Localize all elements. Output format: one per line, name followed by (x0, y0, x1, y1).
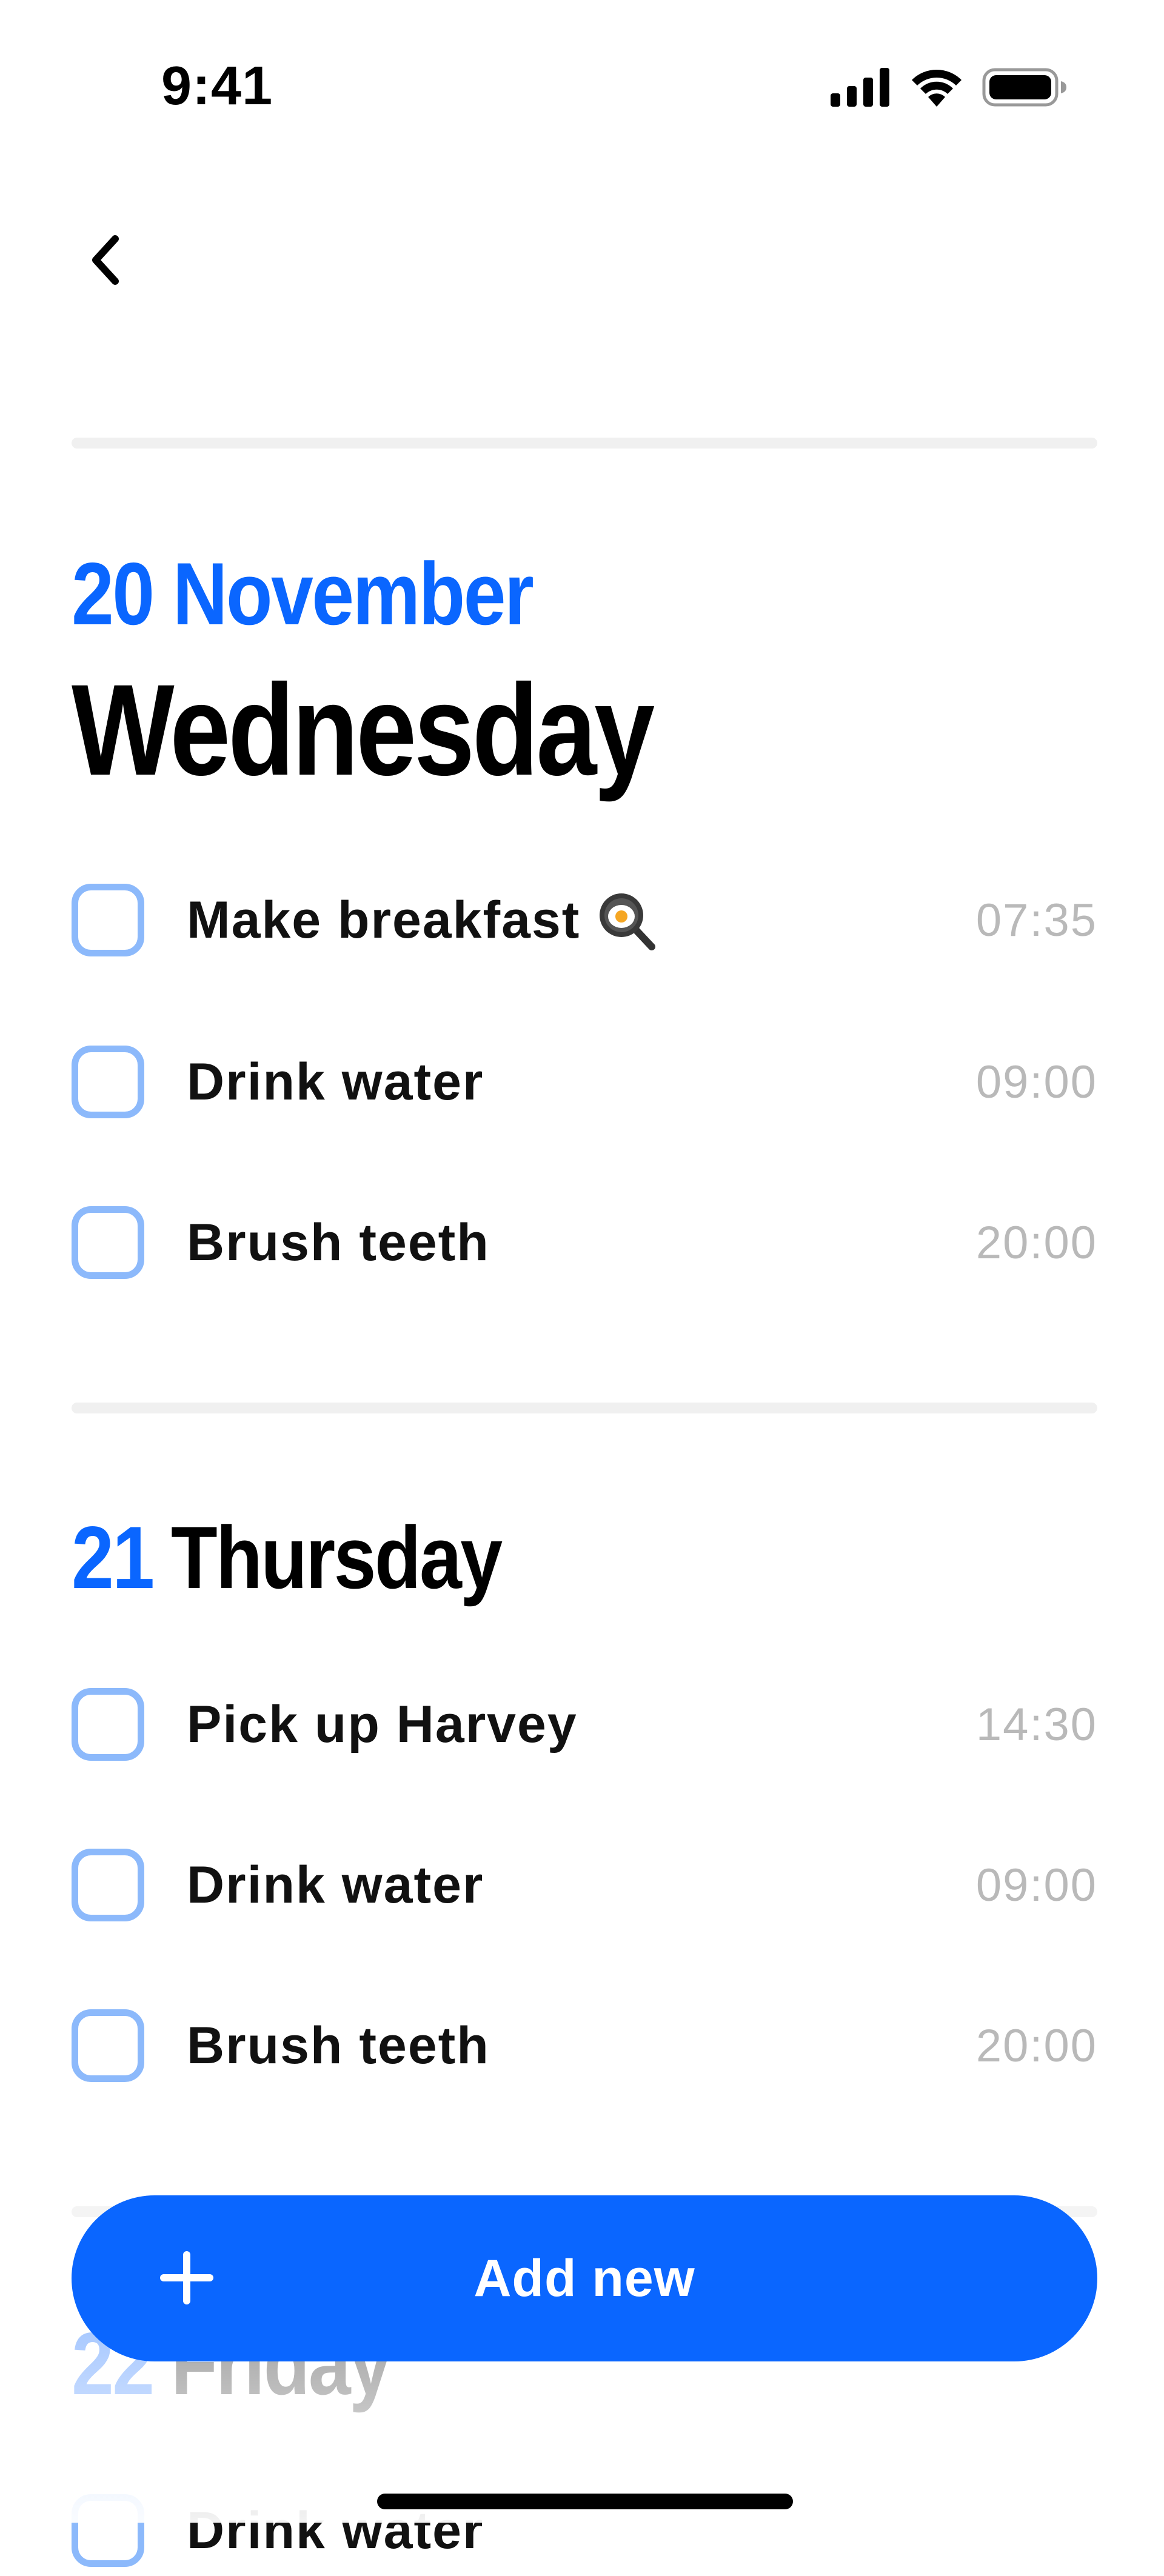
task-row: Brush teeth 20:00 (72, 1197, 1097, 1288)
cellular-signal-icon (831, 68, 889, 107)
day-title: Thursday (171, 1508, 503, 1607)
chevron-left-icon (92, 235, 119, 285)
task-label: Make breakfast (187, 890, 657, 950)
task-label: Drink water (187, 1052, 484, 1111)
status-time: 9:41 (161, 56, 273, 116)
task-label: Drink water (187, 1855, 484, 1914)
plus-icon (160, 2251, 213, 2304)
task-row: Brush teeth 20:00 (72, 2000, 1097, 2091)
add-new-label: Add new (473, 2249, 695, 2307)
task-row: Drink water 09:00 (72, 1036, 1097, 1127)
status-bar: 9:41 (0, 0, 1164, 170)
task-time: 09:00 (975, 1056, 1097, 1108)
task-time: 14:30 (975, 1698, 1097, 1750)
task-time: 20:00 (975, 1216, 1097, 1269)
day-title: Wednesday (72, 658, 655, 802)
back-button[interactable] (72, 221, 138, 299)
task-label: Pick up Harvey (187, 1695, 578, 1753)
task-checkbox[interactable] (72, 2009, 144, 2082)
task-row: Drink water 09:00 (72, 1840, 1097, 1930)
task-time: 07:35 (975, 894, 1097, 946)
task-label: Brush teeth (187, 1213, 490, 1272)
task-label: Brush teeth (187, 2016, 490, 2075)
task-checkbox[interactable] (72, 884, 144, 956)
section-divider (72, 1403, 1097, 1413)
task-row: Pick up Harvey 14:30 (72, 1679, 1097, 1770)
day-date: 20 November (72, 544, 534, 643)
status-icons (831, 63, 1067, 112)
task-time: 20:00 (975, 2020, 1097, 2072)
add-new-button[interactable]: Add new (72, 2195, 1097, 2361)
home-indicator[interactable] (377, 2494, 793, 2509)
frying-pan-egg-icon (600, 893, 656, 950)
section-divider (72, 438, 1097, 449)
task-time: 09:00 (975, 1859, 1097, 1911)
task-checkbox[interactable] (72, 1849, 144, 1921)
task-checkbox[interactable] (72, 2494, 144, 2567)
task-checkbox[interactable] (72, 1046, 144, 1118)
wifi-icon (912, 70, 962, 107)
task-checkbox[interactable] (72, 1206, 144, 1279)
task-row: Make breakfast 07:35 (72, 875, 1097, 966)
task-checkbox[interactable] (72, 1688, 144, 1761)
day-date: 21 (72, 1508, 155, 1607)
task-label-text: Make breakfast (187, 890, 581, 949)
battery-icon (982, 68, 1066, 107)
task-label: Drink water (187, 2501, 484, 2560)
